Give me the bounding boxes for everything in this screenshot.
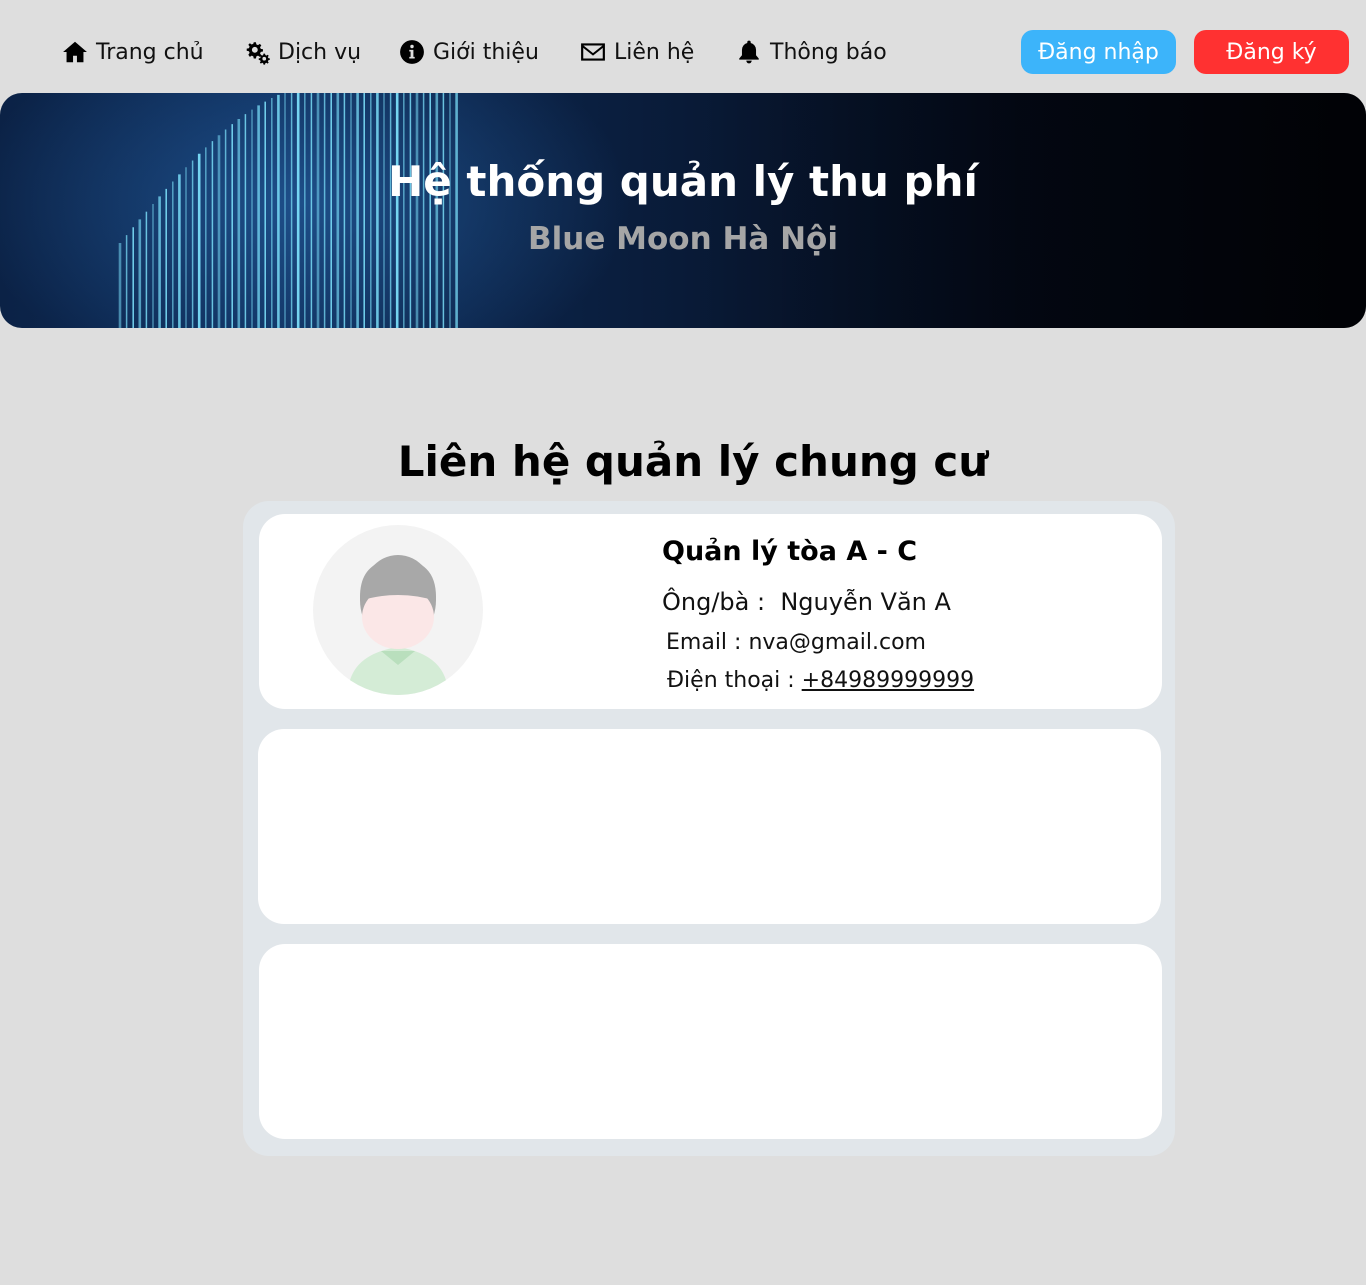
home-icon	[63, 41, 87, 63]
section-title: Liên hệ quản lý chung cư	[397, 437, 989, 486]
contact-name-label: Ông/bà :	[662, 588, 766, 616]
contact-email-row: Email : nva@gmail.com	[666, 630, 926, 655]
contact-name-row: Ông/bà : Nguyễn Văn A	[662, 588, 951, 616]
contact-card-empty	[258, 729, 1161, 924]
contact-card: Quản lý tòa A - C Ông/bà : Nguyễn Văn A …	[259, 514, 1162, 709]
contact-card-empty	[259, 944, 1162, 1139]
nav-item-label: Thông báo	[770, 39, 887, 65]
nav-item-label: Liên hệ	[614, 39, 695, 65]
nav-item-label: Giới thiệu	[433, 39, 539, 65]
contact-name: Nguyễn Văn A	[780, 588, 951, 616]
contact-heading: Quản lý tòa A - C	[662, 536, 918, 567]
nav-item-label: Dịch vụ	[278, 39, 362, 65]
bell-icon	[739, 40, 759, 64]
contact-phone-link[interactable]: +84989999999	[802, 668, 974, 693]
nav-item-contact[interactable]: Liên hệ	[580, 34, 694, 70]
contact-phone-label: Điện thoại :	[667, 668, 795, 693]
login-button-label: Đăng nhập	[1038, 39, 1159, 65]
avatar	[313, 525, 483, 695]
nav-item-label: Trang chủ	[96, 39, 204, 65]
info-icon	[400, 40, 424, 64]
contact-email-label: Email :	[666, 630, 742, 655]
top-navbar: Trang chủ Dịch vụ Giới thiệu Liên hệ Thô…	[0, 0, 1366, 93]
register-button[interactable]: Đăng ký	[1194, 30, 1349, 74]
nav-item-services[interactable]: Dịch vụ	[244, 34, 361, 70]
building-illustration	[0, 93, 1366, 328]
login-button[interactable]: Đăng nhập	[1021, 30, 1176, 74]
nav-item-notifications[interactable]: Thông báo	[736, 34, 887, 70]
hero-subtitle: Blue Moon Hà Nội	[528, 221, 838, 257]
envelope-icon	[581, 43, 605, 61]
hero-title: Hệ thống quản lý thu phí	[388, 157, 978, 206]
nav-item-home[interactable]: Trang chủ	[62, 34, 204, 70]
gears-icon	[246, 42, 270, 65]
hero-banner: Hệ thống quản lý thu phí Blue Moon Hà Nộ…	[0, 93, 1366, 328]
contact-phone-row: Điện thoại : +84989999999	[667, 668, 974, 693]
contact-email: nva@gmail.com	[748, 630, 926, 655]
register-button-label: Đăng ký	[1226, 39, 1317, 65]
nav-item-about[interactable]: Giới thiệu	[399, 34, 539, 70]
